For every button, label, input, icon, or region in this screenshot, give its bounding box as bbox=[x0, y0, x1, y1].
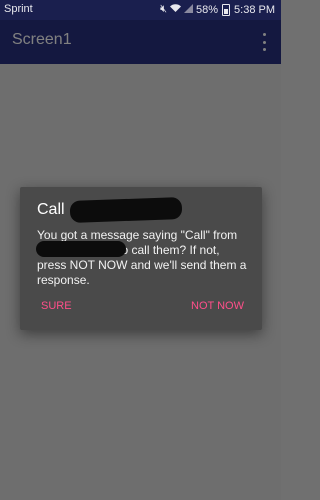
more-vert-icon[interactable] bbox=[263, 33, 267, 51]
battery-icon bbox=[222, 3, 231, 16]
wifi-icon bbox=[170, 3, 181, 16]
not-now-button[interactable]: NOT NOW bbox=[191, 300, 244, 312]
signal-icon bbox=[184, 3, 193, 16]
app-title: Screen1 bbox=[12, 31, 72, 48]
battery-percent: 58% bbox=[196, 3, 219, 16]
dialog-message: You got a message saying "Call" from Wou… bbox=[37, 228, 247, 287]
clock: 5:38 PM bbox=[234, 3, 275, 16]
alert-dialog: Call You got a message saying "Call" fro… bbox=[20, 187, 262, 330]
sure-button[interactable]: SURE bbox=[41, 300, 72, 312]
app-bar: Screen1 bbox=[0, 20, 281, 64]
redaction-mark bbox=[36, 241, 126, 257]
carrier-label: Sprint bbox=[4, 3, 33, 15]
mute-icon: 🔇︎ bbox=[160, 3, 167, 15]
status-icons: 🔇︎ 58% 5:38 PM bbox=[160, 3, 275, 16]
dialog-actions: SURE NOT NOW bbox=[20, 300, 262, 316]
status-bar: Sprint 🔇︎ 58% 5:38 PM bbox=[0, 0, 281, 20]
redaction-mark bbox=[69, 197, 183, 223]
dialog-title: Call bbox=[37, 201, 65, 218]
